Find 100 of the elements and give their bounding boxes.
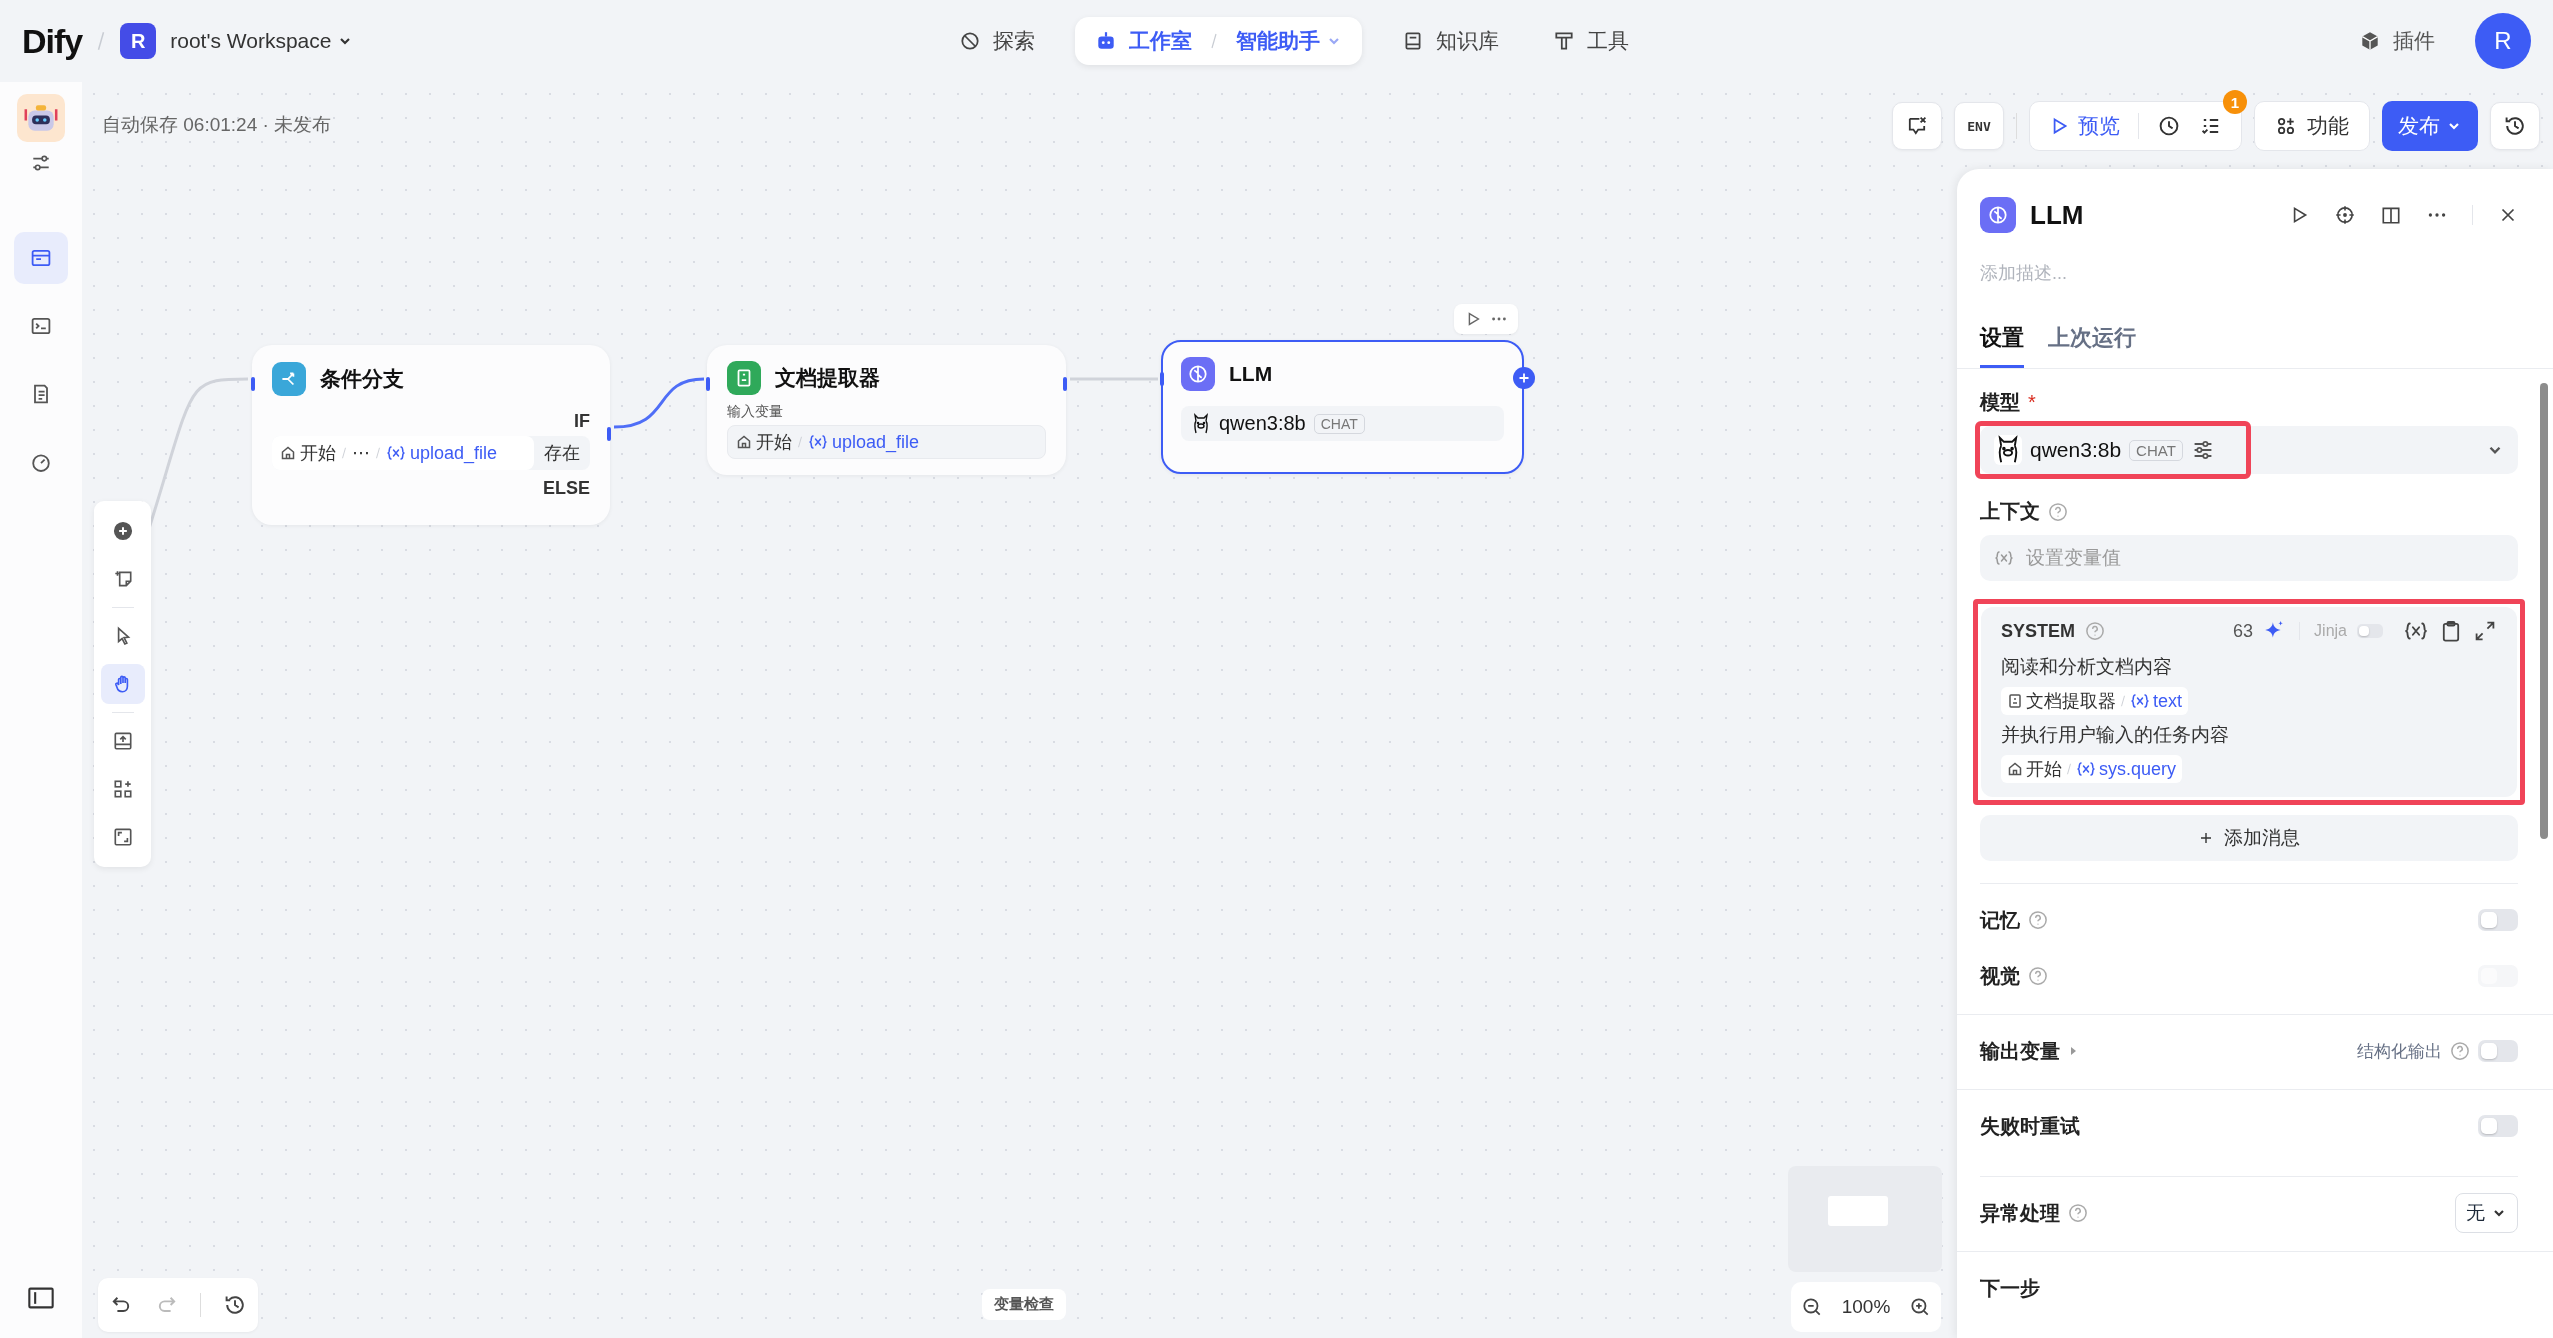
help-icon (2048, 501, 2068, 522)
variable-icon (808, 434, 828, 450)
variable-icon (386, 445, 406, 461)
app-type-selector[interactable]: 智能助手 (1236, 27, 1342, 55)
sidebar-toggle-icon[interactable] (27, 1286, 55, 1310)
node-handle[interactable] (1063, 377, 1067, 391)
plugins-button[interactable]: 插件 (2359, 27, 2435, 55)
nav-tab[interactable]: 探索 (945, 17, 1049, 65)
expand-icon[interactable] (2473, 619, 2497, 643)
help-icon (2068, 1203, 2088, 1223)
role-label: SYSTEM (2001, 620, 2075, 642)
workflow-node[interactable]: 条件分支 IF 开始 ⋯ upload_file 存在 ELSE (252, 345, 610, 525)
branch-label: ELSE (543, 478, 590, 499)
error-handling-select[interactable]: 无 (2455, 1193, 2518, 1233)
node-handle[interactable] (1160, 372, 1164, 386)
plus-icon (2198, 830, 2214, 846)
add-node-icon[interactable] (1513, 367, 1535, 389)
prompt-text: 阅读和分析文档内容 (2001, 655, 2172, 679)
export-icon (111, 730, 134, 752)
add-message-button[interactable]: 添加消息 (1980, 815, 2518, 861)
workspace-badge: R (120, 23, 157, 59)
preview-button[interactable]: 预览 (2048, 112, 2120, 140)
history-button[interactable] (2490, 102, 2540, 150)
logo[interactable]: Dify (22, 21, 83, 61)
workflow-tab[interactable] (14, 232, 68, 284)
workflow-node[interactable]: 文档提取器 输入变量 开始 upload_file (707, 345, 1066, 475)
zoom-out-icon[interactable] (1800, 1296, 1823, 1318)
variable-source: 文档提取器 (2026, 690, 2116, 713)
document-icon (2007, 693, 2023, 709)
autosave-status: 自动保存 06:01:24 · 未发布 (102, 113, 332, 137)
variable-icon (2076, 761, 2096, 777)
help-icon (2450, 1041, 2470, 1061)
variable-path: ⋯ (352, 442, 370, 464)
variable-icon (2403, 621, 2429, 641)
field-label: 视觉 (1980, 963, 2020, 989)
grid-plus-icon (111, 778, 134, 800)
home-icon (280, 445, 296, 461)
nav-tab[interactable]: 工作室 智能助手 (1075, 17, 1362, 65)
llama-icon (1191, 412, 1211, 435)
field-label: 上下文 (1980, 499, 2040, 524)
slash-icon (2066, 761, 2072, 777)
hand-button[interactable] (100, 664, 145, 704)
condition-operator: 存在 (543, 442, 581, 465)
variable-source: 开始 (300, 442, 336, 465)
input-label: 输入变量 (727, 403, 784, 421)
publish-button[interactable]: 发布 (2382, 101, 2478, 151)
field-label: 记忆 (1980, 907, 2020, 933)
panel-title: LLM (2030, 199, 2084, 231)
chat-variable-button[interactable] (1892, 102, 1942, 150)
branch-label: IF (574, 411, 590, 432)
user-avatar[interactable]: R (2475, 13, 2531, 69)
panel-tab[interactable]: 上次运行 (2048, 323, 2136, 368)
nav-tab[interactable]: 工具 (1539, 17, 1643, 65)
robot-icon (1095, 30, 1117, 52)
variable-icon (1994, 550, 2014, 566)
crosshair-icon[interactable] (2334, 204, 2356, 226)
node-handle[interactable] (706, 377, 710, 391)
toggle-switch[interactable] (2478, 1040, 2518, 1062)
prompt-editor[interactable]: SYSTEM 63 Jinja 阅读和分析文档内容 文档提取器 text 并执行用户输入的任务内容 开始 sys.query (1981, 607, 2517, 797)
nav-tab[interactable]: 知识库 (1388, 17, 1513, 65)
cube-icon (2359, 30, 2381, 52)
slash-icon (797, 434, 803, 450)
node-title: 文档提取器 (775, 365, 880, 391)
workspace-selector[interactable]: root's Workspace (170, 29, 354, 53)
panel-tab[interactable]: 设置 (1980, 323, 2024, 368)
structured-output-label: 结构化输出 (2357, 1040, 2442, 1063)
model-tag: CHAT (2129, 439, 2183, 461)
apps-icon (2275, 115, 2297, 137)
variable-name: text (2153, 690, 2182, 712)
workflow-node[interactable]: LLM qwen3:8b CHAT (1161, 340, 1524, 474)
slash-icon (341, 445, 347, 461)
help-icon (2028, 910, 2048, 930)
model-tag: CHAT (1313, 413, 1365, 434)
plus-circle-icon (111, 520, 134, 542)
toggle-switch[interactable] (2478, 1115, 2518, 1137)
jinja-toggle[interactable] (2357, 624, 2383, 638)
variable-inspect-button[interactable]: 变量检查 (982, 1289, 1066, 1320)
node-handle[interactable] (251, 377, 255, 391)
llama-icon (1994, 435, 2022, 465)
variable-source: 开始 (756, 431, 792, 454)
toggle-switch[interactable] (2478, 909, 2518, 931)
scrollbar[interactable] (2540, 383, 2548, 839)
compass-icon (959, 30, 981, 52)
variable-name: upload_file (410, 442, 498, 464)
document-node-icon (727, 361, 761, 395)
slash-icon (2120, 693, 2126, 709)
features-button[interactable]: 功能 (2254, 101, 2370, 151)
caret-icon[interactable] (2068, 1045, 2078, 1057)
field-label[interactable]: 输出变量 (1980, 1037, 2060, 1065)
hammer-icon (1553, 30, 1575, 52)
model-selector[interactable]: qwen3:8b CHAT (1980, 426, 2518, 474)
run-history-icon[interactable] (2157, 114, 2181, 138)
field-label: 异常处理 (1980, 1200, 2060, 1226)
env-button[interactable]: ENV (1954, 102, 2004, 150)
robot-avatar[interactable] (17, 94, 65, 142)
node-handle[interactable] (607, 427, 611, 441)
node-title: LLM (1229, 362, 1273, 386)
home-icon (2007, 761, 2023, 777)
zoom-level[interactable]: 100% (1841, 1296, 1891, 1318)
node-title: 条件分支 (320, 366, 404, 392)
